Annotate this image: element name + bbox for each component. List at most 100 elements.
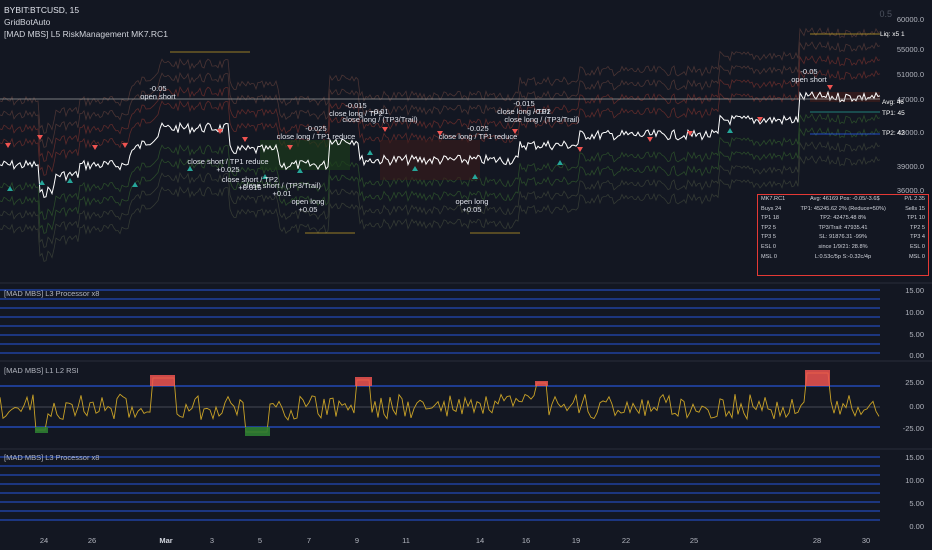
rsi-tick: 25.00 (905, 378, 924, 387)
proc2-tick: 5.00 (909, 499, 924, 508)
buy-marker (367, 150, 373, 155)
stats-cell: SL: 91876.31 -99% (819, 234, 867, 241)
time-tick: 16 (521, 536, 531, 545)
stats-cell: TP3 5 (761, 234, 776, 241)
time-tick: 30 (861, 536, 871, 545)
stats-row: ESL 0 since 1/9/21: 28.8% ESL 0 (758, 243, 928, 253)
rsi-tick: -25.00 (902, 424, 924, 433)
sell-marker (382, 127, 388, 132)
tp1-tag: TP1: 45 (882, 110, 905, 117)
bot-title: GridBotAuto (4, 17, 51, 27)
stats-cell: L:0.53c/5p S:-0.32c/4p (814, 253, 872, 260)
trade-label: close short / (TP3/Trail) +0.01 (243, 181, 321, 198)
symbol-title[interactable]: BYBIT:BTCUSD, 15 (4, 5, 79, 15)
stats-cell: P/L 2.35 (904, 196, 925, 202)
trade-label: open long +0.05 (291, 197, 325, 214)
stats-cell: TP3/Trail: 47935.41 (818, 224, 868, 231)
rsi-overbought (150, 375, 175, 386)
pane-title-proc1[interactable]: [MAD MBS] L3 Processor x8 (4, 289, 99, 298)
sell-marker (5, 143, 11, 148)
time-tick: 22 (621, 536, 631, 545)
price-tick: 39000.0 (896, 162, 924, 171)
time-tick: Mar (159, 536, 173, 545)
stats-cell: TP1 18 (761, 215, 780, 222)
proc1-tick: 15.00 (905, 286, 924, 295)
stats-cell: TP2: 42475.48 8% (819, 215, 867, 222)
proc1-tick: 0.00 (909, 351, 924, 360)
time-tick: 3 (209, 536, 215, 545)
rsi-overbought (355, 377, 372, 386)
stats-cell: TP1 10 (906, 215, 925, 222)
stats-panel: MK7.RC1 Avg: 46169 Pos: -0.05/-3.6$ P/L 2.… (757, 194, 929, 276)
rsi-oversold (35, 427, 48, 433)
sell-marker (827, 85, 833, 90)
stats-cell: TP1: 45245.62 2% (Reduce=50%) (800, 205, 886, 212)
time-tick: 14 (475, 536, 485, 545)
buy-marker (132, 182, 138, 187)
liq-tag: Liq: x5 1 (880, 31, 905, 38)
stats-cell: TP2 5 (761, 224, 776, 231)
stats-cell: ESL 0 (909, 243, 925, 250)
trade-label: -0.01 close long / (TP3/Trail) (342, 107, 418, 124)
stats-cell: ESL 0 (761, 243, 777, 250)
sell-marker (242, 137, 248, 142)
stats-cell: Sells 15 (905, 205, 925, 212)
time-tick: 25 (689, 536, 699, 545)
pane-title-rsi[interactable]: [MAD MBS] L1 L2 RSI (4, 366, 79, 375)
proc2-tick: 0.00 (909, 522, 924, 531)
rsi-line (0, 372, 880, 433)
trade-label: -0.05 open short (140, 84, 176, 101)
stats-row: TP3 5 SL: 91876.31 -99% TP3 4 (758, 233, 928, 243)
sell-marker (92, 145, 98, 150)
stats-cell: since 1/9/21: 28.8% (818, 243, 868, 250)
trade-label: -0.025 close long / TP1 reduce (438, 124, 518, 141)
stats-cell: MSL 0 (761, 253, 777, 260)
time-tick: 26 (87, 536, 97, 545)
buy-marker (39, 180, 45, 185)
rsi-oversold (245, 427, 270, 436)
stats-row: MK7.RC1 Avg: 46169 Pos: -0.05/-3.6$ P/L 2.… (758, 195, 928, 205)
stats-cell: MSL 0 (909, 253, 925, 260)
time-tick: 7 (306, 536, 312, 545)
pane-title-proc2[interactable]: [MAD MBS] L3 Processor x8 (4, 453, 99, 462)
rsi-tick: 0.00 (909, 402, 924, 411)
trade-label: -0.01 close long / (TP3/Trail) (504, 107, 580, 124)
stats-cell: TP3 4 (910, 234, 925, 241)
stats-row: MSL 0 L:0.53c/5p S:-0.32c/4p MSL 0 (758, 253, 928, 263)
rsi-overbought (805, 370, 830, 386)
buy-marker (727, 128, 733, 133)
proc1-tick: 10.00 (905, 308, 924, 317)
time-tick: 28 (812, 536, 822, 545)
time-tick: 19 (571, 536, 581, 545)
time-tick: 11 (402, 536, 410, 545)
tp2-tag: TP2: 42 (882, 130, 905, 137)
price-tick: 51000.0 (896, 70, 924, 79)
sell-marker (122, 143, 128, 148)
stats-cell: Avg: 46169 Pos: -0.05/-3.6$ (810, 196, 880, 202)
buy-marker (67, 178, 73, 183)
stats-row: Buys 24 TP1: 45245.62 2% (Reduce=50%) Sell… (758, 205, 928, 215)
stats-cell: TP2 5 (910, 224, 925, 231)
time-tick: 5 (257, 536, 263, 545)
time-tick: 24 (39, 536, 49, 545)
price-tick: 60000.0 (896, 15, 924, 24)
indicator-title[interactable]: [MAD MBS] L5 RiskManagement MK7.RC1 (4, 29, 168, 39)
stats-cell: Buys 24 (761, 205, 782, 212)
trade-label: -0.05 open short (791, 67, 827, 84)
time-tick: 9 (354, 536, 360, 545)
stats-row: TP2 5 TP3/Trail: 47935.41 TP2 5 (758, 224, 928, 234)
proc1-tick: 5.00 (909, 330, 924, 339)
trade-label: open long +0.05 (455, 197, 489, 214)
price-tick: 55000.0 (896, 45, 924, 54)
buy-marker (557, 160, 563, 165)
stats-row: TP1 18 TP2: 42475.48 8% TP1 10 (758, 214, 928, 224)
proc2-tick: 15.00 (905, 453, 924, 462)
avg-tag: Avg: 46 (882, 99, 904, 106)
trade-label: -0.025 close long / TP1 reduce (276, 124, 356, 141)
stats-cell: MK7.RC1 (761, 196, 786, 202)
sell-marker (647, 137, 653, 142)
proc2-tick: 10.00 (905, 476, 924, 485)
sell-marker (577, 147, 583, 152)
trade-label: close short / TP1 reduce +0.025 (187, 157, 269, 174)
rsi-overbought (535, 381, 548, 386)
